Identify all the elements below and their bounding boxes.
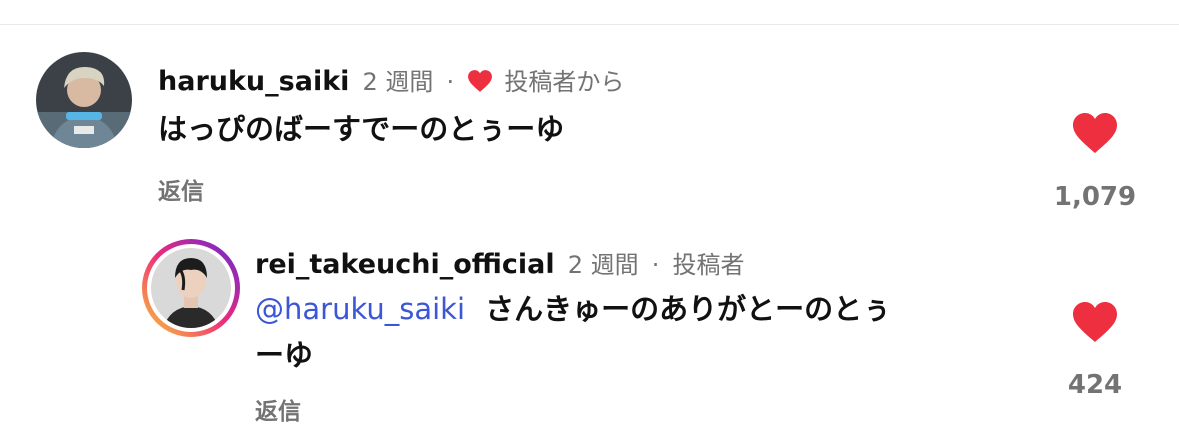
reply-time: 2 週間 (567, 251, 639, 279)
comment-header: haruku_saiki 2 週間 · 投稿者から (158, 62, 624, 97)
like-count: 424 (1067, 370, 1123, 400)
author-liked-badge: 投稿者から (504, 68, 625, 96)
avatar-rei-takeuchi-official[interactable] (141, 238, 241, 338)
comment-text: はっぴのばーすでーのとぅーゆ (158, 112, 565, 146)
heart-icon (1073, 302, 1117, 342)
like-button[interactable] (1071, 111, 1119, 159)
avatar-photo-icon (36, 52, 132, 148)
heart-icon (1073, 113, 1117, 153)
meta-separator: · (446, 68, 455, 96)
author-badge: 投稿者 (672, 251, 745, 279)
top-divider (0, 24, 1179, 25)
reply-button[interactable]: 返信 (255, 392, 301, 426)
reply-button[interactable]: 返信 (158, 172, 204, 206)
reply-username[interactable]: rei_takeuchi_official (255, 249, 555, 280)
reply-text: さんきゅーのありがとーのとぅ (485, 292, 892, 326)
mention-link[interactable]: @haruku_saiki (255, 292, 465, 326)
comment-time: 2 週間 (362, 68, 434, 96)
heart-icon (467, 69, 493, 97)
like-button[interactable] (1071, 300, 1119, 348)
comment-username[interactable]: haruku_saiki (158, 66, 349, 97)
reply-text-line2: ーゆ (255, 338, 314, 372)
avatar-haruku-saiki[interactable] (36, 52, 132, 148)
reply-header: rei_takeuchi_official 2 週間 · 投稿者 (255, 245, 744, 280)
like-count: 1,079 (1053, 182, 1137, 212)
story-ring-avatar-icon (142, 239, 240, 337)
reply-text-line1: @haruku_saiki さんきゅーのありがとーのとぅ (255, 286, 891, 332)
meta-separator: · (651, 251, 660, 279)
